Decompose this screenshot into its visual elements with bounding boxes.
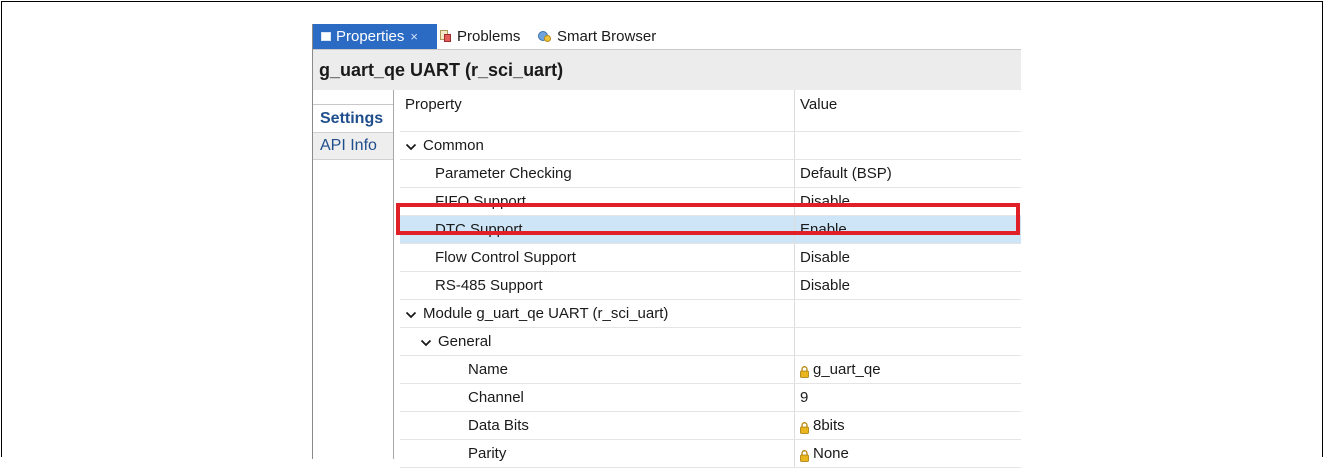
property-table: Property Value Common Parameter Checking… <box>400 90 1021 468</box>
properties-icon <box>321 32 331 41</box>
table-row[interactable]: Parity None <box>400 440 1021 468</box>
column-header-value[interactable]: Value <box>796 90 1021 131</box>
chevron-down-icon[interactable] <box>405 141 417 153</box>
table-row[interactable]: Flow Control Support Disable <box>400 244 1021 272</box>
tree-row-common[interactable]: Common <box>400 132 1021 160</box>
tab-properties-label: Properties <box>336 28 405 45</box>
tab-smart-browser[interactable]: Smart Browser <box>538 24 656 49</box>
property-name: RS-485 Support <box>400 272 795 299</box>
chevron-down-icon[interactable] <box>420 337 432 349</box>
property-value[interactable]: Default (BSP) <box>796 160 1021 187</box>
property-name: Parameter Checking <box>400 160 795 187</box>
table-row[interactable]: Name g_uart_qe <box>400 356 1021 384</box>
tree-row-module[interactable]: Module g_uart_qe UART (r_sci_uart) <box>400 300 1021 328</box>
lock-icon <box>800 365 809 378</box>
property-name: Data Bits <box>400 412 795 439</box>
property-name: Flow Control Support <box>400 244 795 271</box>
close-icon[interactable]: × <box>410 29 418 44</box>
table-header: Property Value <box>400 90 1021 132</box>
column-header-property[interactable]: Property <box>400 90 795 131</box>
property-name: Parity <box>400 440 795 467</box>
table-row[interactable]: Parameter Checking Default (BSP) <box>400 160 1021 188</box>
tab-smart-browser-label: Smart Browser <box>557 28 657 45</box>
side-tab-api-info[interactable]: API Info <box>313 132 393 160</box>
property-value[interactable]: Disable <box>796 244 1021 271</box>
tree-row-general[interactable]: General <box>400 328 1021 356</box>
tab-problems[interactable]: Problems <box>439 24 520 49</box>
properties-view: Properties × Problems Smart Browser g_ua… <box>312 24 1021 468</box>
side-tab-strip: Settings API Info <box>313 90 394 459</box>
tree-row-label: Module g_uart_qe UART (r_sci_uart) <box>423 305 669 322</box>
tree-row-label: General <box>438 333 492 350</box>
property-value: g_uart_qe <box>813 361 881 378</box>
property-value: None <box>813 445 849 462</box>
tab-problems-label: Problems <box>457 28 521 45</box>
table-row[interactable]: Data Bits 8bits <box>400 412 1021 440</box>
side-tab-settings[interactable]: Settings <box>313 104 393 132</box>
tree-row-label: Common <box>423 137 484 154</box>
problems-icon <box>439 30 452 43</box>
chevron-down-icon[interactable] <box>405 309 417 321</box>
property-value[interactable]: 9 <box>796 384 1021 411</box>
view-tab-bar: Properties × Problems Smart Browser <box>313 24 1021 50</box>
property-name: Channel <box>400 384 795 411</box>
lock-icon <box>800 421 809 434</box>
tab-properties[interactable]: Properties × <box>313 24 437 49</box>
property-value[interactable]: Disable <box>796 272 1021 299</box>
page-title: g_uart_qe UART (r_sci_uart) <box>313 50 1021 90</box>
table-row[interactable]: Channel 9 <box>400 384 1021 412</box>
property-name: Name <box>400 356 795 383</box>
property-value: 8bits <box>813 417 845 434</box>
table-row[interactable]: RS-485 Support Disable <box>400 272 1021 300</box>
smart-browser-icon <box>538 30 552 43</box>
highlight-box <box>396 203 1020 235</box>
